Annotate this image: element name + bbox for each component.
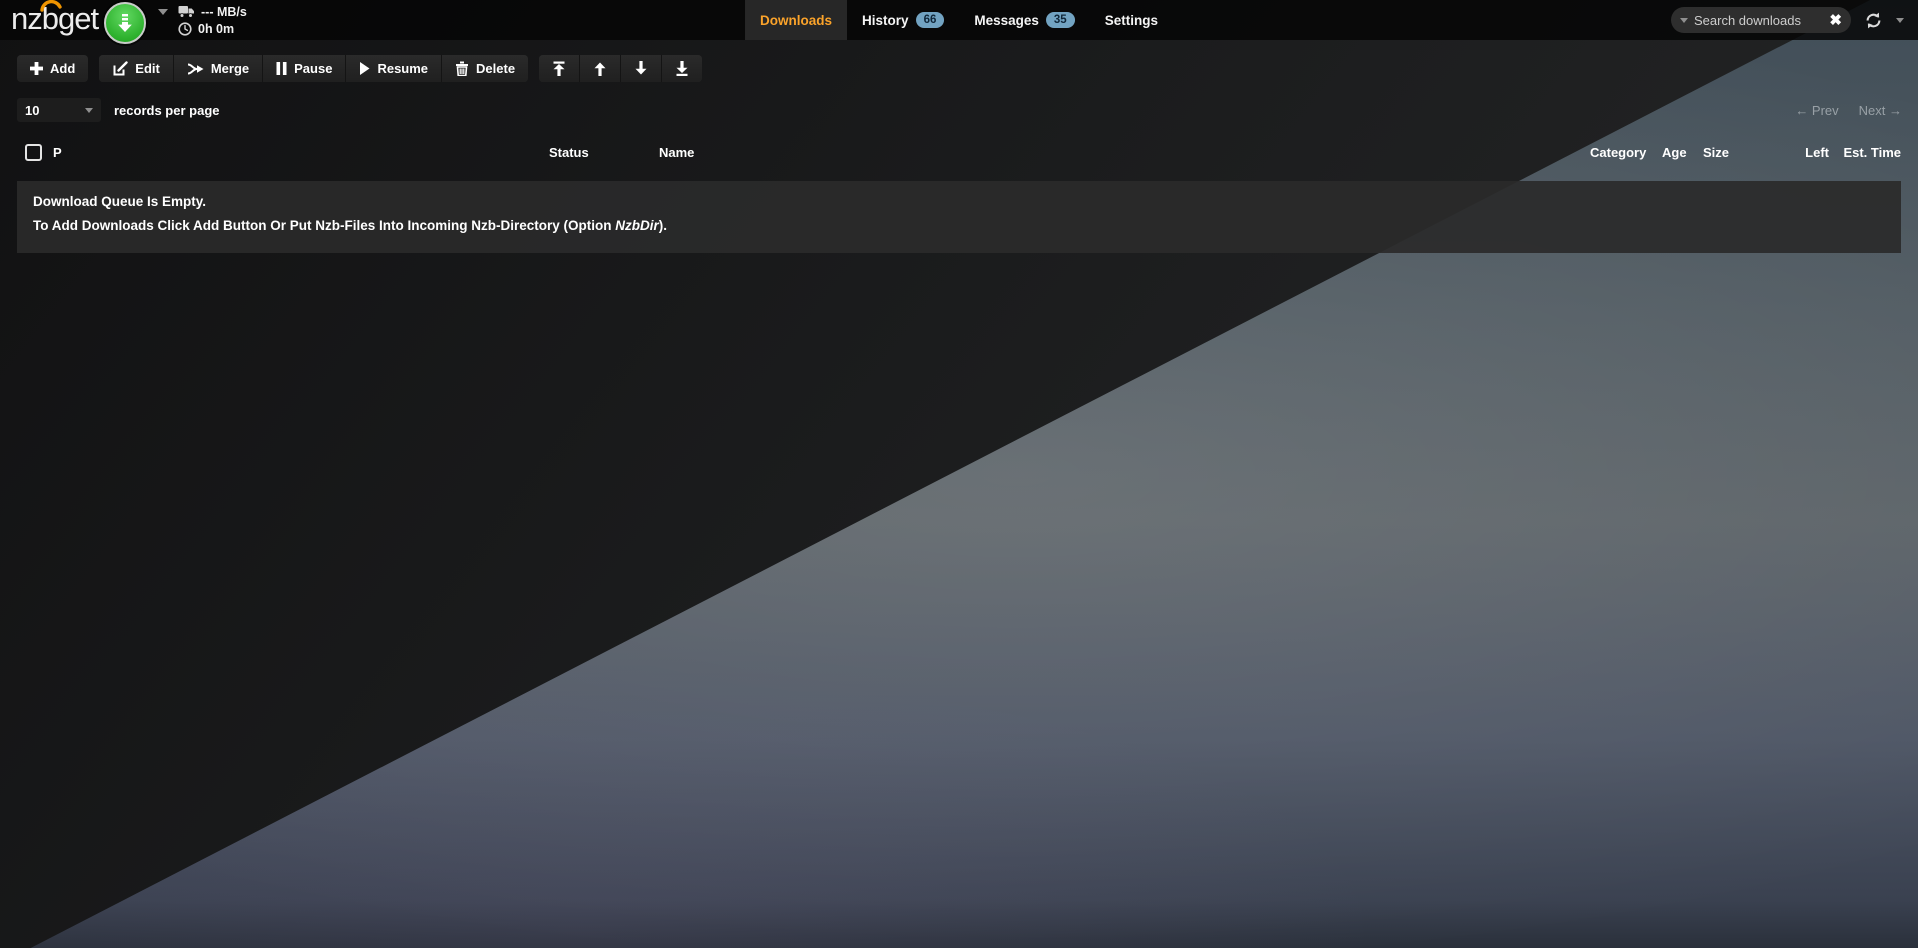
column-header-left: Left <box>1805 145 1829 160</box>
search-clear-icon[interactable]: ✖ <box>1829 13 1842 28</box>
resume-button-label: Resume <box>377 61 428 76</box>
pause-icon <box>276 62 287 75</box>
logo-arc-icon <box>38 0 64 13</box>
select-all-checkbox[interactable] <box>25 144 42 161</box>
queue-table-header: P Status Name Category Age Size Left Est… <box>0 140 1918 168</box>
column-header-category: Category <box>1590 145 1646 160</box>
time-left-value: 0h 0m <box>198 22 234 36</box>
tab-messages-label: Messages <box>974 13 1039 28</box>
main-tabs: Downloads History 66 Messages 35 Setting… <box>745 0 1173 40</box>
status-stats: --- MB/s 0h 0m <box>178 3 247 37</box>
search-box[interactable]: ✖ <box>1671 7 1851 33</box>
edit-button-label: Edit <box>135 61 160 76</box>
column-header-size: Size <box>1703 145 1729 160</box>
empty-hint-prefix: To Add Downloads Click Add Button Or Put… <box>33 218 615 233</box>
empty-queue-message: Download Queue Is Empty. To Add Download… <box>17 181 1901 253</box>
move-bottom-button[interactable] <box>661 55 702 82</box>
app-logo: nz bget <box>11 1 98 37</box>
empty-queue-title: Download Queue Is Empty. <box>33 194 1885 209</box>
arrow-up-icon <box>593 61 607 76</box>
edit-icon <box>112 61 128 77</box>
prev-page-link[interactable]: ← Prev <box>1795 103 1838 118</box>
select-caret-icon <box>85 108 93 113</box>
resume-icon <box>359 62 370 75</box>
tab-settings[interactable]: Settings <box>1090 0 1173 40</box>
messages-count-badge: 35 <box>1046 12 1075 28</box>
move-down-button[interactable] <box>620 55 661 82</box>
column-header-age: Age <box>1662 145 1687 160</box>
tab-history[interactable]: History 66 <box>847 0 959 40</box>
arrow-down-icon <box>634 61 648 76</box>
pause-button[interactable]: Pause <box>262 55 345 82</box>
tab-history-label: History <box>862 13 909 28</box>
merge-button[interactable]: Merge <box>173 55 262 82</box>
arrow-to-top-icon <box>552 61 566 76</box>
plus-icon <box>30 62 43 75</box>
search-input[interactable] <box>1694 13 1823 28</box>
arrow-to-bottom-icon <box>675 61 689 76</box>
search-options-caret-icon[interactable] <box>1680 18 1688 23</box>
logo-text-get: get <box>58 1 98 36</box>
add-button[interactable]: Add <box>17 55 88 82</box>
empty-hint-suffix: ). <box>659 218 667 233</box>
download-menu-caret-icon[interactable] <box>158 9 168 15</box>
delete-button[interactable]: Delete <box>441 55 528 82</box>
tab-downloads-label: Downloads <box>760 13 832 28</box>
speed-value: --- MB/s <box>201 5 247 19</box>
next-page-link[interactable]: Next → <box>1859 103 1902 118</box>
search-cluster: ✖ <box>1671 0 1904 40</box>
download-arrow-icon <box>113 11 137 35</box>
top-navbar: nz bget --- MB/s 0h 0 <box>0 0 1918 40</box>
download-toggle-button[interactable] <box>104 2 146 44</box>
refresh-icon <box>1864 11 1883 30</box>
empty-hint-option-name: NzbDir <box>615 218 659 233</box>
merge-icon <box>187 62 204 76</box>
refresh-menu-caret-icon[interactable] <box>1896 18 1904 23</box>
pause-button-label: Pause <box>294 61 332 76</box>
trash-icon <box>455 61 469 76</box>
tab-messages[interactable]: Messages 35 <box>959 0 1089 40</box>
column-header-est-time: Est. Time <box>1843 145 1901 160</box>
tab-settings-label: Settings <box>1105 13 1158 28</box>
queue-toolbar: Add Edit Merge Pause <box>17 55 702 82</box>
resume-button[interactable]: Resume <box>345 55 441 82</box>
history-count-badge: 66 <box>916 12 945 28</box>
move-up-button[interactable] <box>579 55 620 82</box>
empty-queue-hint: To Add Downloads Click Add Button Or Put… <box>33 218 1885 233</box>
add-button-label: Add <box>50 61 75 76</box>
records-per-page-label: records per page <box>114 103 220 118</box>
column-header-priority: P <box>53 145 62 160</box>
edit-button[interactable]: Edit <box>99 55 173 82</box>
column-header-name: Name <box>659 145 694 160</box>
delete-button-label: Delete <box>476 61 515 76</box>
move-top-button[interactable] <box>539 55 579 82</box>
records-per-page-row: 10 records per page <box>17 98 220 122</box>
column-header-status: Status <box>549 145 589 160</box>
speed-truck-icon <box>178 5 195 18</box>
records-per-page-select[interactable]: 10 <box>17 98 101 122</box>
tab-downloads[interactable]: Downloads <box>745 0 847 40</box>
refresh-button[interactable] <box>1864 11 1883 30</box>
pagination: ← Prev Next → <box>1795 98 1902 122</box>
records-per-page-value: 10 <box>25 103 39 118</box>
time-clock-icon <box>178 22 192 36</box>
merge-button-label: Merge <box>211 61 249 76</box>
